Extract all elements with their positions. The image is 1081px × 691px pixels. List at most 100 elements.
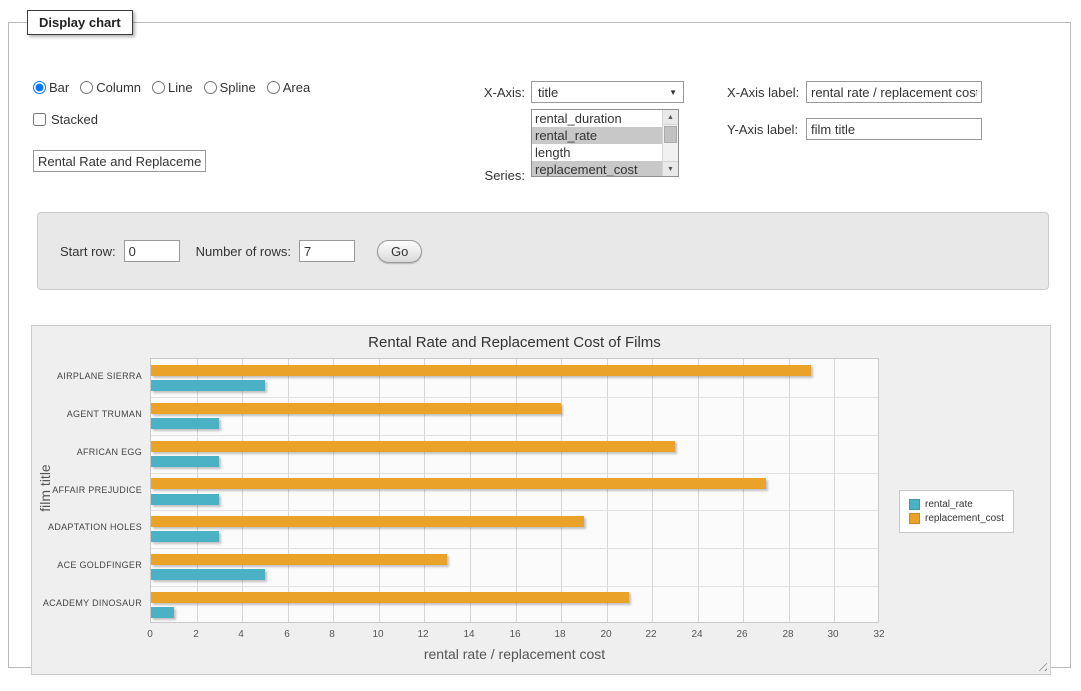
chart-title: Rental Rate and Replacement Cost of Film… — [150, 334, 879, 351]
panel-legend: Display chart — [27, 10, 133, 35]
gridline-horizontal — [151, 397, 878, 398]
gridline — [333, 359, 334, 622]
gridline — [789, 359, 790, 622]
x-axis-label-input[interactable] — [806, 81, 982, 103]
bar-replacement_cost — [151, 516, 584, 527]
chart-type-radio-group: Bar Column Line Spline Area — [33, 80, 310, 95]
chart-type-option-spline[interactable]: Spline — [204, 80, 256, 95]
scroll-down-icon[interactable]: ▼ — [663, 161, 678, 176]
chart-type-option-bar[interactable]: Bar — [33, 80, 69, 95]
chart-type-radio-label: Spline — [220, 80, 256, 95]
plot-area — [150, 358, 879, 623]
category-label: ACADEMY DINOSAUR — [32, 598, 142, 609]
gridline-horizontal — [151, 435, 878, 436]
gridline — [652, 359, 653, 622]
bar-rental_rate — [151, 456, 219, 467]
gridline — [561, 359, 562, 622]
chart-type-option-column[interactable]: Column — [80, 80, 141, 95]
x-tick-label: 18 — [554, 629, 565, 640]
y-axis-label-caption: Y-Axis label: — [727, 122, 798, 137]
bar-replacement_cost — [151, 592, 629, 603]
scrollbar[interactable]: ▲ ▼ — [662, 110, 678, 176]
chart-type-radio-column[interactable] — [80, 81, 93, 94]
stacked-checkbox-row[interactable]: Stacked — [33, 112, 98, 127]
chart-container: Rental Rate and Replacement Cost of Film… — [31, 325, 1051, 675]
series-option-rental_duration[interactable]: rental_duration — [532, 110, 662, 127]
gridline-horizontal — [151, 586, 878, 587]
chart-type-radio-label: Line — [168, 80, 193, 95]
resize-handle-icon[interactable] — [1035, 659, 1047, 671]
series-caption: Series: — [439, 168, 525, 183]
x-axis-title: rental rate / replacement cost — [150, 646, 879, 662]
gridline — [288, 359, 289, 622]
start-row-input[interactable] — [124, 240, 180, 262]
chart-type-radio-area[interactable] — [267, 81, 280, 94]
gridline — [516, 359, 517, 622]
gridline — [698, 359, 699, 622]
series-multiselect[interactable]: rental_durationrental_ratelengthreplacem… — [531, 109, 679, 177]
chart-type-radio-label: Area — [283, 80, 310, 95]
x-tick-label: 12 — [417, 629, 428, 640]
chart-type-radio-spline[interactable] — [204, 81, 217, 94]
gridline — [743, 359, 744, 622]
category-label: AGENT TRUMAN — [32, 409, 142, 420]
legend-swatch — [909, 513, 920, 524]
bar-replacement_cost — [151, 554, 447, 565]
x-tick-label: 4 — [238, 629, 244, 640]
x-tick-label: 20 — [600, 629, 611, 640]
chart-legend: rental_rate replacement_cost — [899, 490, 1014, 533]
bar-rental_rate — [151, 569, 265, 580]
series-options: rental_durationrental_ratelengthreplacem… — [532, 110, 662, 177]
chart-type-option-line[interactable]: Line — [152, 80, 193, 95]
x-tick-label: 8 — [329, 629, 335, 640]
go-button[interactable]: Go — [377, 240, 422, 263]
stacked-checkbox[interactable] — [33, 113, 46, 126]
gridline-horizontal — [151, 473, 878, 474]
legend-item-rental_rate: rental_rate — [909, 499, 1004, 510]
x-tick-label: 2 — [193, 629, 199, 640]
gridline — [379, 359, 380, 622]
legend-swatch — [909, 499, 920, 510]
bar-rental_rate — [151, 531, 219, 542]
category-label: ACE GOLDFINGER — [32, 560, 142, 571]
x-axis-select[interactable]: title ▼ — [531, 81, 684, 103]
panel-legend-label: Display chart — [39, 15, 121, 30]
row-range-panel: Start row: Number of rows: Go — [37, 212, 1049, 290]
x-tick-label: 0 — [147, 629, 153, 640]
series-option-length[interactable]: length — [532, 144, 662, 161]
gridline — [424, 359, 425, 622]
gridline — [470, 359, 471, 622]
x-tick-label: 6 — [284, 629, 290, 640]
chart-title-input[interactable] — [33, 150, 206, 172]
gridline — [197, 359, 198, 622]
y-axis-label-input[interactable] — [806, 118, 982, 140]
x-axis-label-caption: X-Axis label: — [727, 85, 799, 100]
select-caret-icon: ▼ — [669, 88, 677, 97]
chart-type-radio-bar[interactable] — [33, 81, 46, 94]
legend-label: replacement_cost — [925, 513, 1004, 524]
bar-rental_rate — [151, 494, 219, 505]
chart-type-option-area[interactable]: Area — [267, 80, 310, 95]
x-tick-label: 32 — [873, 629, 884, 640]
bar-replacement_cost — [151, 478, 766, 489]
bar-replacement_cost — [151, 365, 811, 376]
chart-type-radio-label: Column — [96, 80, 141, 95]
gridline — [242, 359, 243, 622]
gridline — [607, 359, 608, 622]
chart-type-radio-line[interactable] — [152, 81, 165, 94]
bar-rental_rate — [151, 418, 219, 429]
category-label: AFFAIR PREJUDICE — [32, 485, 142, 496]
category-label: AIRPLANE SIERRA — [32, 371, 142, 382]
series-option-replacement_cost[interactable]: replacement_cost — [532, 161, 662, 177]
bar-replacement_cost — [151, 441, 675, 452]
num-rows-input[interactable] — [299, 240, 355, 262]
scroll-up-icon[interactable]: ▲ — [663, 110, 678, 125]
x-tick-label: 24 — [691, 629, 702, 640]
scrollbar-thumb[interactable] — [664, 126, 677, 143]
category-label: AFRICAN EGG — [32, 447, 142, 458]
category-label: ADAPTATION HOLES — [32, 522, 142, 533]
display-chart-panel: Display chart Bar Column Line Spline Area St… — [8, 10, 1071, 668]
gridline-horizontal — [151, 510, 878, 511]
gridline-horizontal — [151, 548, 878, 549]
series-option-rental_rate[interactable]: rental_rate — [532, 127, 662, 144]
